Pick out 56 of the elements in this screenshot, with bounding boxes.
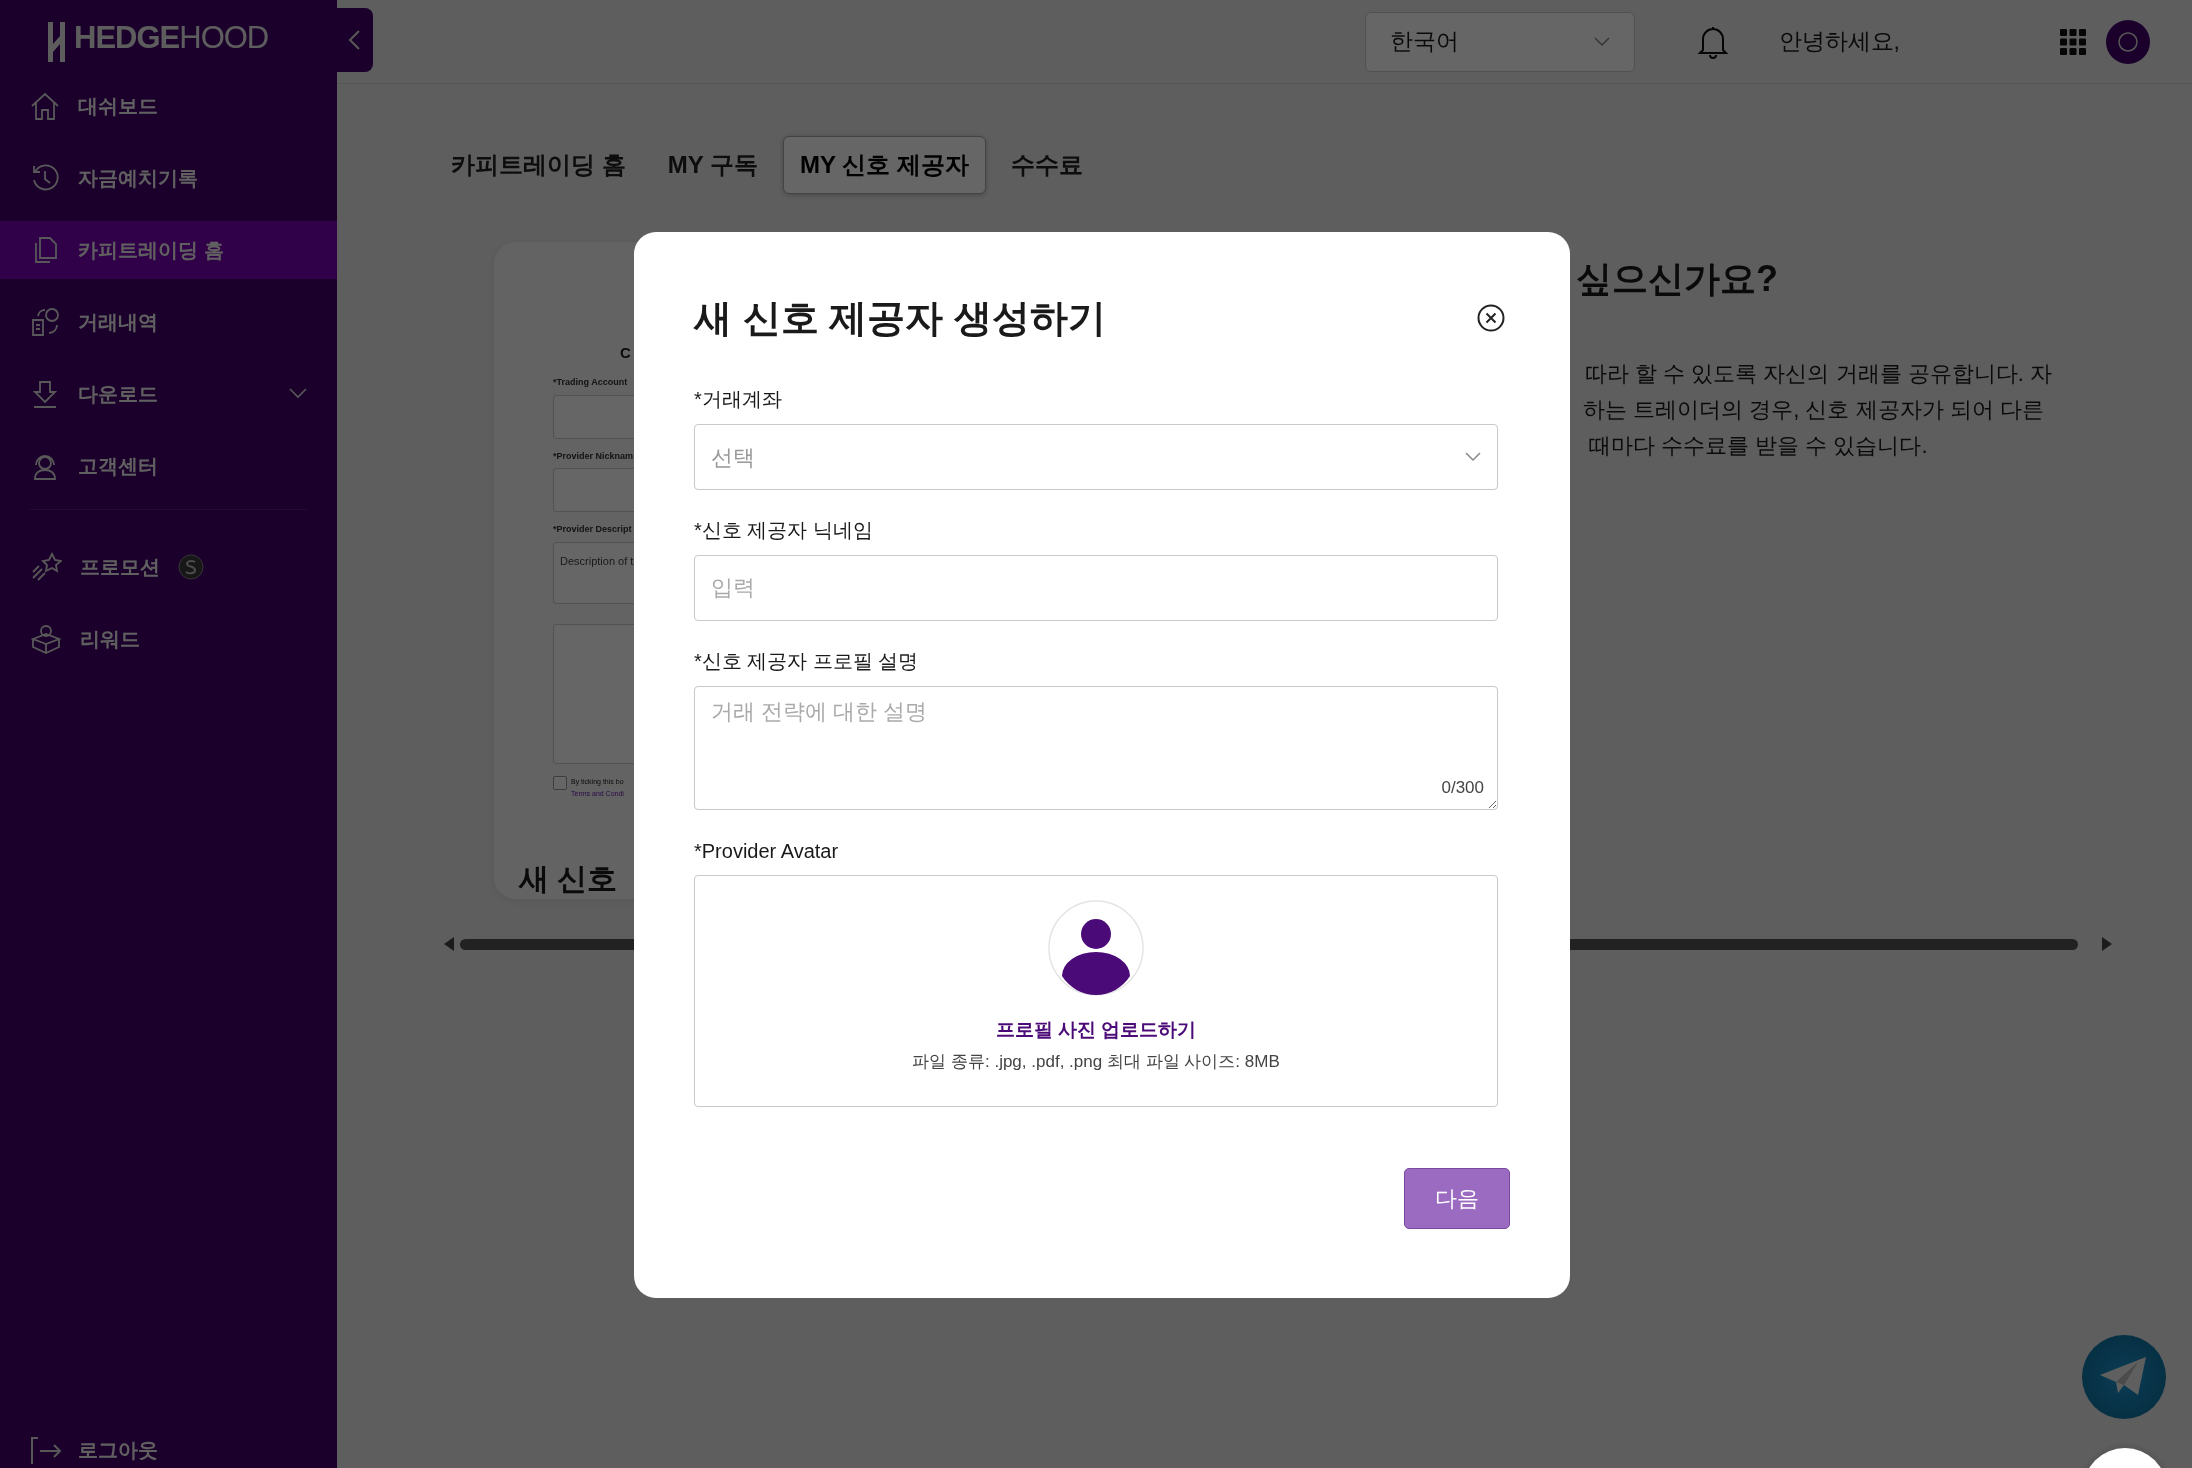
logo-text: HEDGEHOOD (74, 19, 269, 58)
logout-link[interactable]: 로그아웃 (78, 1435, 158, 1465)
sidebar-item[interactable]: 자금예치기록 (0, 149, 337, 207)
field-label: *신호 제공자 닉네임 (694, 518, 874, 543)
paragraph-line: 때마다 수수료를 받을 수 있습니다. (1589, 432, 1928, 460)
reward-box-icon (30, 624, 62, 654)
chevron-down-icon (1465, 452, 1481, 462)
upload-photo-link[interactable]: 프로필 사진 업로드하기 (995, 1016, 1197, 1045)
section-heading: 싶으신가요? (1576, 257, 1778, 301)
history-icon (30, 163, 60, 193)
tab[interactable]: MY 구독 (650, 136, 775, 194)
collapse-sidebar-button[interactable] (335, 8, 373, 72)
coin-icon (178, 554, 204, 580)
shooting-star-icon (30, 552, 62, 582)
sidebar-item[interactable]: 다운로드 (0, 365, 337, 423)
apps-grid-icon[interactable] (2060, 28, 2086, 55)
field-label: *Provider Descript (553, 523, 632, 536)
modal-title: 새 신호 제공자 생성하기 (694, 296, 1106, 341)
avatar-upload-area[interactable]: 프로필 사진 업로드하기 파일 종류: .jpg, .pdf, .png 최대 파일 사이즈: 8MB (694, 875, 1498, 1107)
form-heading: C (620, 344, 631, 362)
user-avatar-icon[interactable] (2106, 19, 2150, 64)
checkbox[interactable] (553, 775, 567, 790)
tab[interactable]: 카피트레이딩 홈 (434, 136, 643, 194)
tab[interactable]: MY 신호 제공자 (782, 136, 986, 194)
sidebar-item[interactable]: 대쉬보드 (0, 77, 337, 135)
sidebar-item[interactable]: 카피트레이딩 홈 (0, 221, 337, 279)
select-field[interactable]: 선택 (694, 424, 1498, 490)
card-title: 새 신호 (519, 860, 618, 897)
chevron-down-icon (1593, 36, 1610, 47)
scroll-left-icon[interactable] (444, 937, 454, 951)
avatar-placeholder-icon (1048, 900, 1144, 996)
character-counter: 0/300 (1441, 776, 1484, 799)
field-label: *Trading Account (553, 376, 628, 389)
close-icon[interactable] (1477, 304, 1505, 332)
field-label: *신호 제공자 프로필 설명 (694, 649, 920, 674)
sidebar-item[interactable]: 프로모션 (0, 538, 337, 596)
language-select[interactable]: 한국어 (1364, 11, 1635, 72)
scroll-right-icon[interactable] (2102, 937, 2112, 951)
file-type-hint: 파일 종류: .jpg, .pdf, .png 최대 파일 사이즈: 8MB (912, 1050, 1280, 1073)
chevron-left-icon (347, 29, 361, 51)
sidebar-item[interactable]: 거래내역 (0, 293, 337, 351)
greeting-text: 안녕하세요, (1778, 27, 1900, 57)
field-label: *거래계좌 (694, 387, 783, 412)
paragraph-line: 하는 트레이더의 경우, 신호 제공자가 되어 다른 (1583, 396, 2044, 424)
field-label: *Provider Avatar (694, 839, 840, 864)
description-field[interactable]: Description of t (560, 554, 634, 567)
paragraph-line: 따라 할 수 있도록 자신의 거래를 공유합니다. 자 (1585, 360, 2052, 388)
sidebar-item[interactable]: 고객센터 (0, 437, 337, 495)
sidebar-item[interactable]: 리워드 (0, 610, 337, 668)
input-field[interactable]: 입력 (694, 555, 1498, 621)
field-label: *Provider Nicknam (553, 449, 634, 463)
tab[interactable]: 수수료 (993, 136, 1100, 194)
transactions-icon (30, 307, 60, 337)
home-icon (30, 91, 60, 121)
logout-icon (28, 1436, 64, 1464)
download-icon (30, 379, 60, 409)
